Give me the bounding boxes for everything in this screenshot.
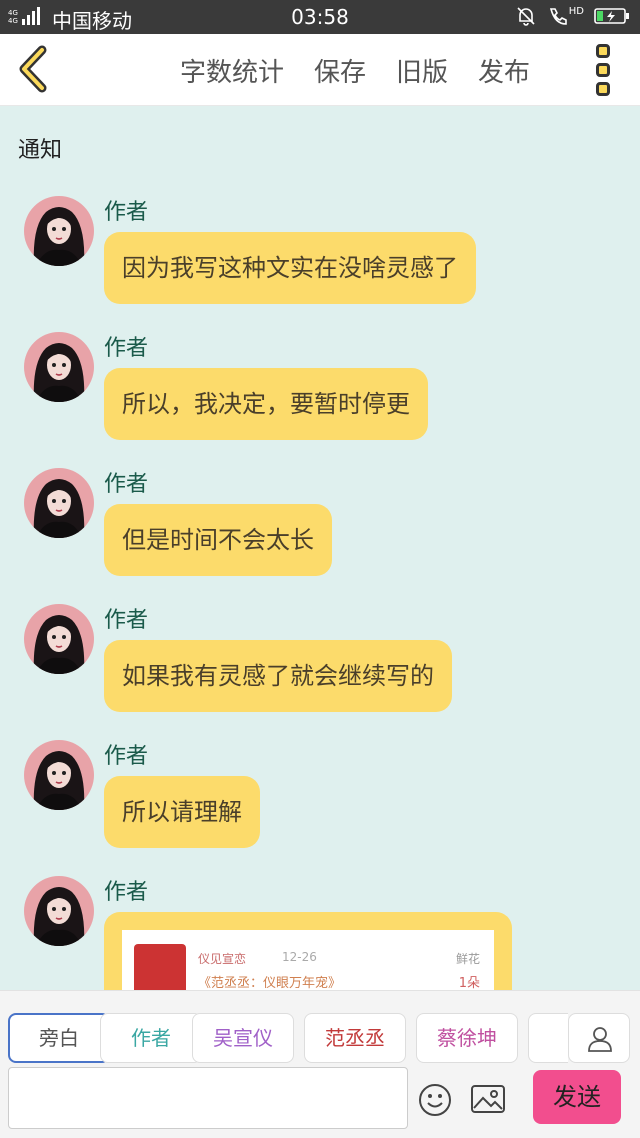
top-nav-bar: 字数统计 保存 旧版 发布 — [0, 34, 640, 106]
sender-name: 作者 — [104, 608, 149, 633]
sender-name: 作者 — [104, 336, 149, 361]
gift-count: 1朵 — [458, 976, 480, 991]
gift-sender-name: 仪见宣恋 — [198, 952, 247, 966]
more-menu-button[interactable] — [596, 44, 616, 96]
role-chip-cai-xukun[interactable]: 蔡徐坤 — [416, 1013, 518, 1063]
avatar[interactable] — [24, 196, 94, 266]
message-bubble[interactable]: 如果我有灵感了就会继续写的 — [104, 640, 452, 712]
book-cover-image — [134, 944, 186, 996]
smiley-icon — [419, 1084, 451, 1116]
image-button[interactable] — [470, 1083, 506, 1119]
role-chip-fan-chengcheng[interactable]: 范丞丞 — [304, 1013, 406, 1063]
role-chip-narration[interactable]: 旁白 — [8, 1013, 110, 1063]
message-bubble[interactable]: 但是时间不会太长 — [104, 504, 332, 576]
image-icon — [471, 1085, 505, 1113]
author-avatar-image — [24, 468, 94, 538]
more-vertical-icon — [596, 44, 610, 58]
send-button[interactable]: 发送 — [533, 1070, 621, 1124]
sender-name: 作者 — [104, 744, 149, 769]
gift-date: 12-26 — [282, 950, 317, 964]
avatar[interactable] — [24, 332, 94, 402]
role-selector: 旁白 作者 吴宣仪 范丞丞 蔡徐坤 孟 — [8, 1013, 568, 1065]
user-icon — [588, 1027, 612, 1052]
word-count-button[interactable]: 字数统计 — [180, 52, 284, 89]
composer-panel: 旁白 作者 吴宣仪 范丞丞 蔡徐坤 孟 发送 — [0, 990, 640, 1138]
emoji-button[interactable] — [418, 1083, 452, 1121]
mute-bell-icon — [517, 7, 535, 26]
role-chip-meng[interactable]: 孟 — [528, 1013, 568, 1063]
gift-type: 鲜花 — [455, 952, 480, 966]
author-avatar-image — [24, 876, 94, 946]
author-avatar-image — [24, 332, 94, 402]
author-avatar-image — [24, 740, 94, 810]
message-bubble[interactable]: 因为我写这种文实在没啥灵感了 — [104, 232, 476, 304]
battery-charging-icon — [594, 8, 629, 24]
notice-heading: 通知 — [18, 138, 63, 163]
message-input[interactable] — [8, 1067, 408, 1129]
avatar[interactable] — [24, 876, 94, 946]
sender-name: 作者 — [104, 200, 149, 225]
message-bubble[interactable]: 所以请理解 — [104, 776, 260, 848]
avatar[interactable] — [24, 604, 94, 674]
add-role-button[interactable] — [568, 1013, 630, 1063]
book-title: 《范丞丞：仪眼万年宠》 — [198, 976, 342, 991]
chevron-left-icon — [19, 45, 47, 93]
hd-call-icon — [549, 8, 567, 25]
avatar[interactable] — [24, 740, 94, 810]
author-avatar-image — [24, 604, 94, 674]
role-chip-wu-xuanyi[interactable]: 吴宣仪 — [192, 1013, 294, 1063]
role-chip-author[interactable]: 作者 — [100, 1013, 202, 1063]
sender-name: 作者 — [104, 880, 149, 905]
status-bar: 4G 4G 中国移动 03:58 HD — [0, 0, 640, 34]
old-version-button[interactable]: 旧版 — [396, 52, 448, 89]
hd-label: HD — [568, 5, 584, 17]
back-button[interactable] — [12, 44, 56, 94]
avatar[interactable] — [24, 468, 94, 538]
save-button[interactable]: 保存 — [314, 52, 366, 89]
sender-name: 作者 — [104, 472, 149, 497]
author-avatar-image — [24, 196, 94, 266]
message-bubble[interactable]: 所以，我决定，要暂时停更 — [104, 368, 428, 440]
publish-button[interactable]: 发布 — [478, 52, 530, 89]
